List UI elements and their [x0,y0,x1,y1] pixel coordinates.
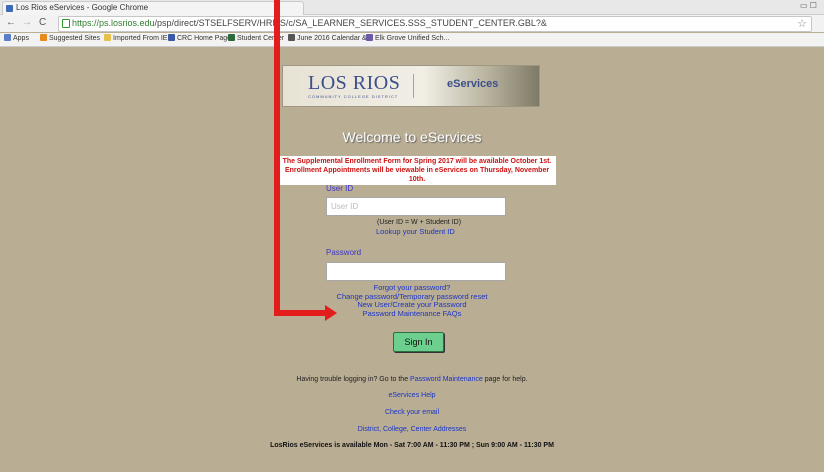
suggested-sites-icon [40,34,47,41]
bookmark-label: June 2016 Calendar & [297,35,367,42]
url-field[interactable]: https://ps.losrios.edu/psp/direct/STSELF… [58,16,812,32]
bookmark-imported-from-ie[interactable]: Imported From IE [104,34,167,42]
url-text: https://ps.losrios.edu/psp/direct/STSELF… [72,18,547,28]
annotation-arrowhead-icon [325,305,337,321]
lookup-student-id-link[interactable]: Lookup your Student ID [376,227,455,236]
bookmark-suggested-sites[interactable]: Suggested Sites [40,34,100,42]
favicon-icon [6,5,13,12]
password-input[interactable] [326,262,506,281]
trouble-text: Having trouble logging in? Go to the Pas… [0,376,824,383]
email-link-row: Check your email [0,409,824,416]
url-path: /psp/direct/STSELFSERV/HRMS/c/SA_LEARNER… [154,18,547,28]
elk-grove-icon [366,34,373,41]
password-maintenance-link[interactable]: Password Maintenance [410,376,483,383]
address-bar: ← → C https://ps.losrios.edu/psp/direct/… [0,15,824,32]
lock-icon [62,19,70,28]
trouble-prefix: Having trouble logging in? Go to the [296,376,411,383]
browser-tab[interactable]: Los Rios eServices - Google Chrome [2,1,304,15]
notice-line-1: The Supplemental Enrollment Form for Spr… [282,158,552,165]
check-email-link[interactable]: Check your email [385,409,439,416]
los-rios-banner: LOS RIOS COMMUNITY COLLEGE DISTRICT eSer… [282,65,540,107]
userid-input[interactable]: User ID [326,197,506,216]
new-user-link[interactable]: New User/Create your Password [0,300,824,309]
tab-title: Los Rios eServices - Google Chrome [16,3,149,12]
password-faq-link[interactable]: Password Maintenance FAQs [0,309,824,318]
annotation-arrow-shaft [274,0,280,316]
addresses-link[interactable]: District, College, Center Addresses [358,426,467,433]
notice-line-2: Enrollment Appointments will be viewable… [284,167,550,183]
window-controls[interactable]: ▭ ☐ [800,1,817,10]
bookmark-label: Elk Grove Unified Sch... [375,35,450,42]
bookmark-label: Imported From IE [113,35,168,42]
student-center-icon [228,34,235,41]
forward-icon[interactable]: → [22,17,32,28]
password-label: Password [326,248,362,257]
bookmark-label: Suggested Sites [49,35,100,42]
bookmark-crc-home[interactable]: CRC Home Page [168,34,231,42]
enrollment-notice: The Supplemental Enrollment Form for Spr… [278,156,556,185]
logo-subtext: COMMUNITY COLLEGE DISTRICT [308,94,399,99]
eservices-help-link[interactable]: eServices Help [388,392,435,399]
userid-hint: (User ID = W + Student ID) [377,219,462,226]
welcome-heading: Welcome to eServices [342,129,482,145]
apps-icon [4,34,11,41]
bookmark-star-icon[interactable]: ☆ [797,17,807,30]
bookmark-label: CRC Home Page [177,35,232,42]
bookmark-apps[interactable]: Apps [4,34,29,42]
calendar-icon [288,34,295,41]
userid-label: User ID [326,184,354,193]
help-link-row: eServices Help [0,392,824,399]
eservices-title: eServices [447,78,499,90]
page-content: LOS RIOS COMMUNITY COLLEGE DISTRICT eSer… [0,47,824,472]
bookmark-june-calendar[interactable]: June 2016 Calendar & [288,34,367,42]
reload-icon[interactable]: C [39,17,46,28]
back-icon[interactable]: ← [6,17,16,28]
logo-divider [413,74,414,98]
folder-icon [104,34,111,41]
addresses-link-row: District, College, Center Addresses [0,426,824,433]
browser-titlebar: Los Rios eServices - Google Chrome ▭ ☐ [0,0,824,15]
availability-text: LosRios eServices is available Mon - Sat… [270,442,554,449]
url-host: https://ps.losrios.edu [72,18,155,28]
trouble-suffix: page for help. [482,376,528,383]
logo-text: LOS RIOS [308,72,401,94]
bookmark-elk-grove[interactable]: Elk Grove Unified Sch... [366,34,449,42]
forgot-password-link[interactable]: Forgot your password? [0,283,824,292]
bookmarks-bar: Apps Suggested Sites Imported From IE CR… [0,33,824,47]
sign-in-button[interactable]: Sign In [393,332,444,352]
crc-icon [168,34,175,41]
annotation-arrow-bend [274,310,326,316]
bookmark-label: Apps [13,35,29,42]
